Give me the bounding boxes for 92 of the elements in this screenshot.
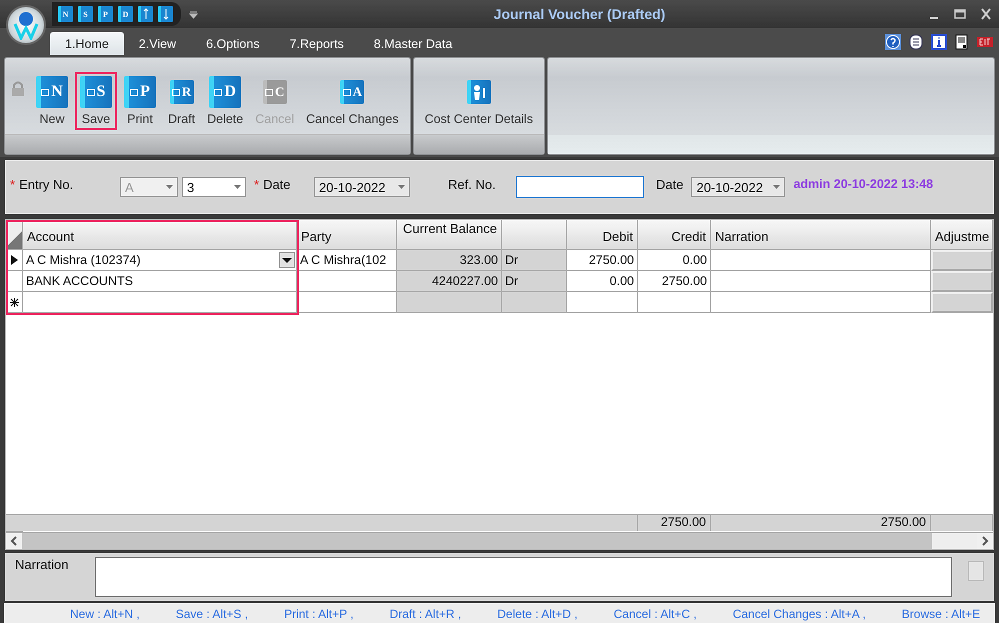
page-icon[interactable] xyxy=(954,34,970,50)
quick-access-button[interactable]: N xyxy=(58,6,73,22)
column-header[interactable]: Current Balance xyxy=(397,220,502,250)
info-icon[interactable] xyxy=(931,34,947,50)
table-cell[interactable] xyxy=(297,292,397,313)
table-cell[interactable]: A C Mishra(102 xyxy=(297,250,397,271)
button-icon: P xyxy=(124,76,156,108)
column-header[interactable]: Narration xyxy=(711,220,931,250)
table-cell[interactable] xyxy=(711,271,931,292)
button-icon: S xyxy=(80,76,112,108)
table-cell[interactable] xyxy=(567,292,638,313)
entry-number-label: Entry No. xyxy=(19,176,74,192)
arrow-down-icon[interactable] xyxy=(158,6,173,22)
adjustment-button[interactable] xyxy=(931,292,993,313)
column-header[interactable]: Account xyxy=(23,220,297,250)
person-icon xyxy=(466,80,491,104)
shortcut-hint: Cancel : Alt+C , xyxy=(614,606,697,620)
table-cell[interactable] xyxy=(397,292,502,313)
table-cell[interactable] xyxy=(23,292,297,313)
ribbon-tab[interactable]: 7.Reports xyxy=(274,32,359,55)
caret-icon[interactable] xyxy=(398,185,405,189)
table-cell[interactable]: 2750.00 xyxy=(567,250,638,271)
ref-number-label: Ref. No. xyxy=(448,176,497,192)
shortcut-hint: Save : Alt+S , xyxy=(176,606,248,620)
table-cell[interactable]: 0.00 xyxy=(567,271,638,292)
window-title: Journal Voucher (Drafted) xyxy=(492,6,666,22)
date-picker[interactable]: 20-10-2022 xyxy=(691,177,786,197)
number-dropdown[interactable]: 3 xyxy=(182,177,246,197)
table-cell[interactable] xyxy=(297,271,397,292)
ribbon-tab[interactable]: 6.Options xyxy=(191,32,275,55)
button-icon: C xyxy=(262,80,287,104)
narration-field[interactable] xyxy=(95,557,952,597)
quick-access-button[interactable]: S xyxy=(78,6,93,22)
column-header[interactable]: Party xyxy=(297,220,397,250)
button-icon: R xyxy=(170,80,194,104)
button-icon: N xyxy=(36,76,68,108)
customize-icon[interactable] xyxy=(189,10,198,18)
cell-text: A C Mishra (102374) xyxy=(26,253,141,267)
table-cell[interactable]: 0.00 xyxy=(638,250,711,271)
ribbon-tab[interactable]: 8.Master Data xyxy=(358,32,468,55)
narration-label: Narration xyxy=(15,557,70,574)
adjustment-button[interactable] xyxy=(931,271,993,292)
shortcut-hint: New : Alt+N , xyxy=(70,606,140,620)
table-cell[interactable]: Dr xyxy=(502,250,567,271)
total-cell: 2750.00 xyxy=(711,514,931,531)
ribbon-button[interactable]: Cost Center Details xyxy=(420,72,538,130)
shortcut-hint: Draft : Alt+R , xyxy=(390,606,462,620)
button-icon: D xyxy=(209,76,242,108)
table-cell[interactable]: 323.00 xyxy=(397,250,502,271)
arrow-up-icon[interactable] xyxy=(138,6,153,22)
table-cell[interactable] xyxy=(711,250,931,271)
ribbon-button[interactable]: D Delete xyxy=(202,72,248,130)
column-header[interactable]: Debit xyxy=(567,220,638,250)
audit-info: admin 20-10-2022 13:48 xyxy=(793,177,934,191)
table-cell[interactable]: BANK ACCOUNTS xyxy=(23,271,297,292)
shortcut-hint: Print : Alt+P , xyxy=(284,606,354,620)
caret-icon[interactable] xyxy=(773,185,780,189)
table-cell[interactable]: Dr xyxy=(502,271,567,292)
total-cell: 2750.00 xyxy=(638,514,711,531)
ref-number-field[interactable] xyxy=(516,176,644,198)
ribbon-button[interactable]: A Cancel Changes xyxy=(301,72,404,130)
date-label: Date xyxy=(263,176,291,192)
table-cell[interactable]: 2750.00 xyxy=(638,271,711,292)
document-icon[interactable] xyxy=(908,34,924,50)
ribbon-button[interactable]: R Draft xyxy=(163,72,200,130)
ribbon-button[interactable]: P Print xyxy=(119,72,161,130)
help-icon[interactable] xyxy=(885,34,901,50)
column-header[interactable]: Credit xyxy=(638,220,711,250)
quick-access-button[interactable]: D xyxy=(118,6,133,22)
logo-icon xyxy=(6,5,46,45)
caret-icon[interactable] xyxy=(234,185,241,189)
ribbon-tab[interactable]: 2.View xyxy=(124,32,192,55)
shortcut-hint: Delete : Alt+D , xyxy=(497,606,578,620)
table-cell[interactable] xyxy=(638,292,711,313)
table-cell[interactable]: A C Mishra (102374) xyxy=(23,250,297,271)
table-cell[interactable] xyxy=(502,292,567,313)
column-header[interactable] xyxy=(502,220,567,250)
ribbon-button[interactable]: S Save xyxy=(75,72,117,130)
shortcut-hint: Cancel Changes : Alt+A , xyxy=(732,606,866,620)
adjustment-button[interactable] xyxy=(931,250,993,271)
date-picker[interactable]: 20-10-2022 xyxy=(314,177,410,197)
quick-access-button[interactable]: P xyxy=(98,6,113,22)
button-icon: A xyxy=(340,80,364,104)
shortcut-hint: Browse : Alt+E xyxy=(902,606,980,620)
ribbon-button[interactable]: N New xyxy=(31,72,73,130)
required-mark: * xyxy=(254,176,260,192)
required-mark: * xyxy=(10,176,16,192)
table-cell[interactable]: 4240227.00 xyxy=(397,271,502,292)
date-label: Date xyxy=(656,176,684,192)
column-header[interactable]: Adjustme xyxy=(931,220,993,250)
ribbon-tab[interactable]: 1.Home xyxy=(50,32,124,55)
table-cell[interactable] xyxy=(711,292,931,313)
